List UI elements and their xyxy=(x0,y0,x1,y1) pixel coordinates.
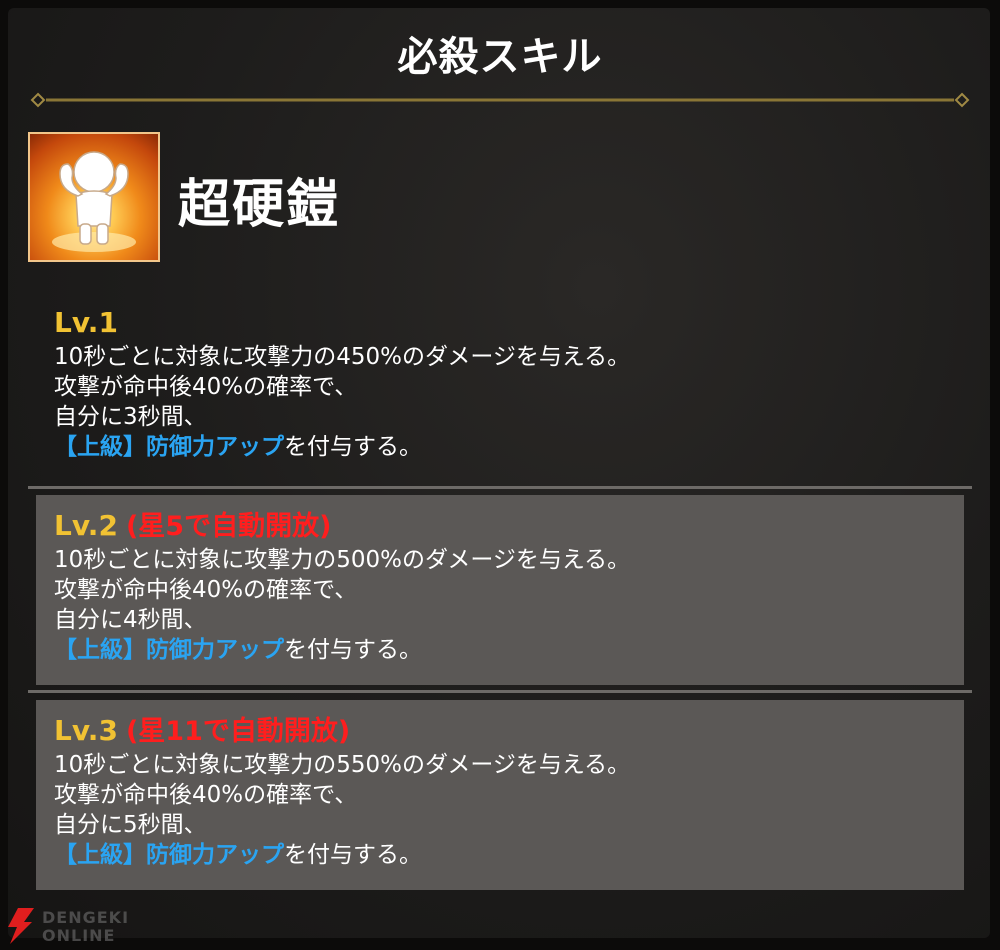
skill-level-2: Lv.2 (星5で自動開放) 10秒ごとに対象に攻撃力の500%のダメージを与える… xyxy=(36,495,964,685)
unlock-condition: (星5で自動開放) xyxy=(125,511,332,542)
level-label: Lv.2 xyxy=(54,509,118,542)
effect-suffix: を付与する。 xyxy=(284,842,422,868)
level-heading: Lv.1 xyxy=(54,304,964,342)
watermark-line-2: ONLINE xyxy=(42,926,116,945)
effect-line: 【上級】防御力アップを付与する。 xyxy=(54,840,964,870)
buff-name: 【上級】防御力アップ xyxy=(54,842,284,868)
effect-line: 攻撃が命中後40%の確率で、 xyxy=(54,577,358,603)
unlock-condition: (星11で自動開放) xyxy=(125,716,351,747)
level-label: Lv.3 xyxy=(54,714,118,747)
lightning-logo-icon xyxy=(8,908,34,944)
ornamental-divider xyxy=(30,92,970,108)
level-separator xyxy=(28,486,972,489)
skill-level-3: Lv.3 (星11で自動開放) 10秒ごとに対象に攻撃力の550%のダメージを与え… xyxy=(36,700,964,890)
effect-suffix: を付与する。 xyxy=(284,637,422,663)
flexing-character-icon xyxy=(28,132,160,262)
effect-line: 自分に4秒間、 xyxy=(54,607,207,633)
effect-line: 10秒ごとに対象に攻撃力の450%のダメージを与える。 xyxy=(54,344,631,370)
effect-suffix: を付与する。 xyxy=(284,434,422,460)
effect-line: 攻撃が命中後40%の確率で、 xyxy=(54,374,358,400)
level-heading: Lv.3 (星11で自動開放) xyxy=(54,712,964,750)
effect-line: 自分に3秒間、 xyxy=(54,404,207,430)
effect-line: 【上級】防御力アップを付与する。 xyxy=(54,432,964,462)
level-label: Lv.1 xyxy=(54,306,118,339)
effect-line: 【上級】防御力アップを付与する。 xyxy=(54,635,964,665)
effect-line: 攻撃が命中後40%の確率で、 xyxy=(54,782,358,808)
watermark: DENGEKI ONLINE xyxy=(4,906,134,946)
effect-line: 10秒ごとに対象に攻撃力の550%のダメージを与える。 xyxy=(54,752,631,778)
effect-line: 自分に5秒間、 xyxy=(54,812,207,838)
level-heading: Lv.2 (星5で自動開放) xyxy=(54,507,964,545)
buff-name: 【上級】防御力アップ xyxy=(54,434,284,460)
skill-level-1: Lv.1 10秒ごとに対象に攻撃力の450%のダメージを与える。 攻撃が命中後4… xyxy=(36,302,964,472)
effect-line: 10秒ごとに対象に攻撃力の500%のダメージを与える。 xyxy=(54,547,631,573)
watermark-line-1: DENGEKI xyxy=(42,908,130,927)
buff-name: 【上級】防御力アップ xyxy=(54,637,284,663)
level-separator xyxy=(28,690,972,693)
panel-title: 必殺スキル xyxy=(397,34,603,80)
skill-name: 超硬鎧 xyxy=(178,175,341,235)
